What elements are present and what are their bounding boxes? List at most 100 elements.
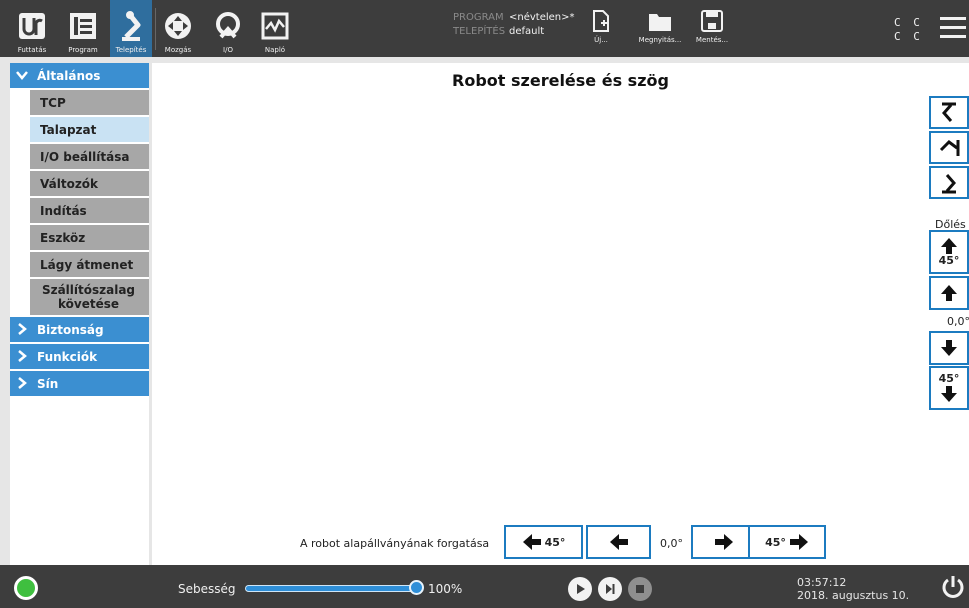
robot-floor-icon: [942, 173, 956, 193]
section-general-label: Általános: [37, 68, 101, 83]
play-button[interactable]: [568, 577, 592, 601]
nav-io-label: I/O: [223, 46, 233, 54]
nav-installation[interactable]: Telepítés: [110, 0, 152, 57]
rotate-left-button[interactable]: [586, 525, 651, 559]
nav-program[interactable]: Program: [60, 0, 106, 57]
section-rail[interactable]: Sín: [10, 371, 149, 396]
step-icon: [606, 584, 615, 594]
stop-button[interactable]: [628, 577, 652, 601]
rotate-right-45-button[interactable]: 45°: [748, 525, 826, 559]
chevron-right-icon: [18, 350, 27, 362]
move-icon: [160, 9, 196, 43]
section-general[interactable]: Általános: [10, 63, 149, 88]
clock-time: 03:57:12: [797, 576, 847, 589]
section-rail-label: Sín: [37, 376, 59, 391]
ur-logo-icon: [14, 9, 50, 43]
open-button[interactable]: Megnyitás...: [635, 10, 685, 44]
mount-wall-button[interactable]: [929, 131, 969, 164]
rotate-value: 0,0°: [660, 537, 683, 550]
save-icon: [701, 10, 723, 32]
program-key: PROGRAM: [453, 12, 504, 23]
save-label: Mentés...: [695, 36, 729, 44]
sidebar-item-io-setup[interactable]: I/O beállítása: [30, 144, 149, 169]
nav-move[interactable]: Mozgás: [158, 0, 198, 57]
nav-program-label: Program: [68, 46, 98, 54]
nav-io[interactable]: I/O: [208, 0, 248, 57]
cc-line-2: C C: [894, 30, 923, 43]
new-file-icon: [593, 10, 609, 32]
nav-installation-label: Telepítés: [115, 46, 147, 54]
nav-log[interactable]: Napló: [255, 0, 295, 57]
arrow-left-icon: [522, 534, 541, 550]
play-icon: [577, 584, 585, 594]
step-button[interactable]: [598, 577, 622, 601]
nav-run[interactable]: Futtatás: [12, 0, 52, 57]
io-icon: [210, 9, 246, 43]
clock-date: 2018. augusztus 10.: [797, 589, 910, 602]
log-icon: [257, 9, 293, 43]
cc-indicator: C C C C: [894, 16, 923, 44]
speed-slider-handle[interactable]: [409, 580, 424, 595]
robot-arm-icon: [113, 9, 149, 43]
rotate-right-button[interactable]: [691, 525, 756, 559]
bottom-bar: Sebesség 100% 03:57:12 2018. augusztus 1…: [0, 565, 969, 608]
arrow-up-icon: [941, 285, 957, 301]
section-safety-label: Biztonság: [37, 322, 104, 337]
arrow-left-icon: [609, 534, 628, 550]
rotate-left-45-button[interactable]: 45°: [504, 525, 583, 559]
sidebar-item-tool[interactable]: Eszköz: [30, 225, 149, 250]
tilt-down-45-label: 45°: [938, 372, 960, 385]
tilt-value: 0,0°: [947, 315, 969, 328]
tilt-up-45-label: 45°: [938, 254, 960, 267]
section-features[interactable]: Funkciók: [10, 344, 149, 369]
robot-ceiling-icon: [942, 102, 956, 122]
sidebar: Általános TCP Talapzat I/O beállítása Vá…: [10, 63, 149, 565]
clock: 03:57:12 2018. augusztus 10.: [797, 576, 909, 602]
top-bar: Futtatás Program Telepítés Mozgás I/O Na…: [0, 0, 969, 57]
header-divider: [155, 8, 156, 50]
rotate-right-45-label: 45°: [765, 535, 786, 549]
new-button[interactable]: Új...: [586, 10, 616, 44]
new-label: Új...: [594, 36, 608, 44]
sidebar-item-tcp[interactable]: TCP: [30, 90, 149, 115]
installation-key: TELEPÍTÉS: [453, 26, 506, 37]
installation-name: default: [509, 26, 545, 37]
program-name: <névtelen>*: [509, 12, 575, 23]
speed-slider[interactable]: [245, 585, 421, 592]
sidebar-item-variables[interactable]: Változók: [30, 171, 149, 196]
stop-icon: [636, 585, 644, 593]
tilt-down-button[interactable]: [929, 331, 969, 365]
chevron-right-icon: [18, 377, 27, 389]
mount-floor-button[interactable]: [929, 166, 969, 199]
program-icon: [65, 9, 101, 43]
arrow-right-icon: [714, 534, 733, 550]
robot-wall-icon: [939, 139, 960, 156]
save-button[interactable]: Mentés...: [692, 10, 732, 44]
chevron-down-icon: [16, 71, 28, 80]
mount-ceiling-button[interactable]: [929, 96, 969, 129]
arrow-down-icon: [941, 340, 957, 356]
arrow-right-icon: [789, 534, 808, 550]
page-title: Robot szerelése és szög: [452, 71, 669, 90]
open-label: Megnyitás...: [638, 36, 682, 44]
hamburger-menu-icon[interactable]: [940, 17, 966, 39]
power-icon[interactable]: [940, 574, 966, 600]
cc-line-1: C C: [894, 16, 923, 29]
folder-icon: [649, 14, 671, 31]
chevron-right-icon: [18, 323, 27, 335]
rotate-label: A robot alapállványának forgatása: [300, 537, 490, 550]
nav-run-label: Futtatás: [17, 46, 47, 54]
tilt-up-button[interactable]: [929, 276, 969, 310]
program-info: PROGRAM <névtelen>* TELEPÍTÉS default: [453, 11, 575, 39]
sidebar-item-smooth-transition[interactable]: Lágy átmenet: [30, 252, 149, 277]
sidebar-item-conveyor-tracking[interactable]: Szállítószalag követése: [30, 279, 149, 315]
section-safety[interactable]: Biztonság: [10, 317, 149, 342]
main-content: Robot szerelése és szög Dőlés 45° 0,0° 4…: [152, 63, 969, 565]
rotate-left-45-label: 45°: [544, 535, 566, 549]
sidebar-item-mounting[interactable]: Talapzat: [30, 117, 149, 142]
nav-log-label: Napló: [264, 46, 286, 54]
tilt-down-45-button[interactable]: 45°: [929, 366, 969, 410]
tilt-up-45-button[interactable]: 45°: [929, 230, 969, 274]
sidebar-item-startup[interactable]: Indítás: [30, 198, 149, 223]
robot-status-indicator[interactable]: [14, 576, 38, 600]
